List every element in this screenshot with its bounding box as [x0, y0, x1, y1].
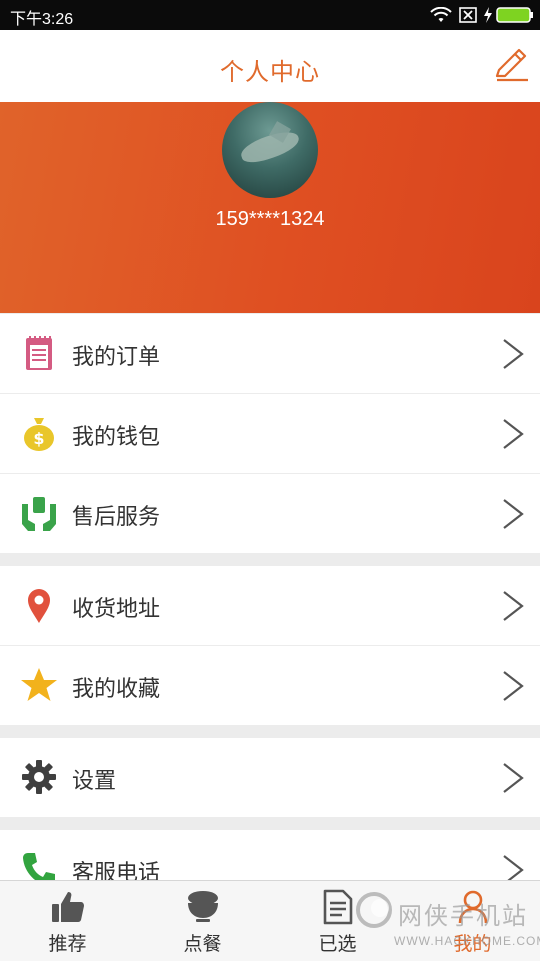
- menu-item-favorites[interactable]: 我的收藏: [0, 646, 540, 725]
- menu-item-label: 我的钱包: [72, 425, 161, 450]
- bowl-icon: [187, 891, 218, 922]
- money-bag-icon: $: [24, 418, 54, 451]
- gear-icon: [22, 760, 56, 794]
- star-icon: [21, 668, 57, 701]
- profile-banner: 159****1324: [0, 102, 540, 313]
- status-bar: 下午3:26: [0, 0, 540, 30]
- location-pin-icon: [28, 589, 50, 623]
- avatar[interactable]: [222, 102, 318, 198]
- watermark-logo-icon: [356, 892, 392, 928]
- menu-item-settings[interactable]: 设置: [0, 738, 540, 817]
- thumbs-up-icon: [51, 892, 84, 922]
- menu-item-label: 售后服务: [72, 505, 161, 530]
- order-list-icon: [26, 336, 52, 370]
- menu-item-wallet[interactable]: $ 我的钱包: [0, 394, 540, 474]
- chevron-right-icon: [503, 419, 524, 449]
- battery-icon: [496, 7, 533, 23]
- watermark-cn-text: 网侠手机站: [398, 902, 528, 930]
- watermark: 网侠手机站 WWW.HACKHOME.COM: [352, 884, 540, 954]
- tab-order-food[interactable]: 点餐: [135, 881, 270, 961]
- menu-group-settings: 设置: [0, 738, 540, 817]
- tab-label: 推荐: [48, 933, 87, 955]
- tab-label: 点餐: [183, 933, 222, 955]
- chevron-right-icon: [503, 339, 524, 369]
- chevron-right-icon: [503, 591, 524, 621]
- user-phone: 159****1324: [215, 208, 325, 230]
- menu-group-orders: 我的订单 $ 我的钱包 售后服务: [0, 314, 540, 553]
- edit-pencil-icon[interactable]: [492, 46, 530, 84]
- document-icon: [323, 889, 352, 925]
- menu-item-after-sales[interactable]: 售后服务: [0, 474, 540, 553]
- menu-item-address[interactable]: 收货地址: [0, 566, 540, 646]
- sim-off-icon: [459, 7, 477, 23]
- menu-item-label: 我的订单: [72, 345, 161, 370]
- svg-text:$: $: [33, 429, 44, 448]
- chevron-right-icon: [503, 763, 524, 793]
- chevron-right-icon: [503, 671, 524, 701]
- wifi-icon: [430, 7, 452, 22]
- page-title: 个人中心: [220, 58, 320, 86]
- top-bar: 个人中心: [0, 30, 540, 102]
- menu-item-label: 我的收藏: [72, 677, 161, 702]
- menu-item-label: 设置: [72, 769, 117, 794]
- menu-item-orders[interactable]: 我的订单: [0, 314, 540, 394]
- menu-group-address: 收货地址 我的收藏: [0, 566, 540, 725]
- menu-item-label: 收货地址: [72, 597, 161, 622]
- tab-recommend[interactable]: 推荐: [0, 881, 135, 961]
- service-hands-icon: [22, 497, 56, 531]
- watermark-en-text: WWW.HACKHOME.COM: [394, 934, 540, 948]
- status-time: 下午3:26: [10, 11, 74, 28]
- charging-icon: [484, 7, 492, 23]
- chevron-right-icon: [503, 499, 524, 529]
